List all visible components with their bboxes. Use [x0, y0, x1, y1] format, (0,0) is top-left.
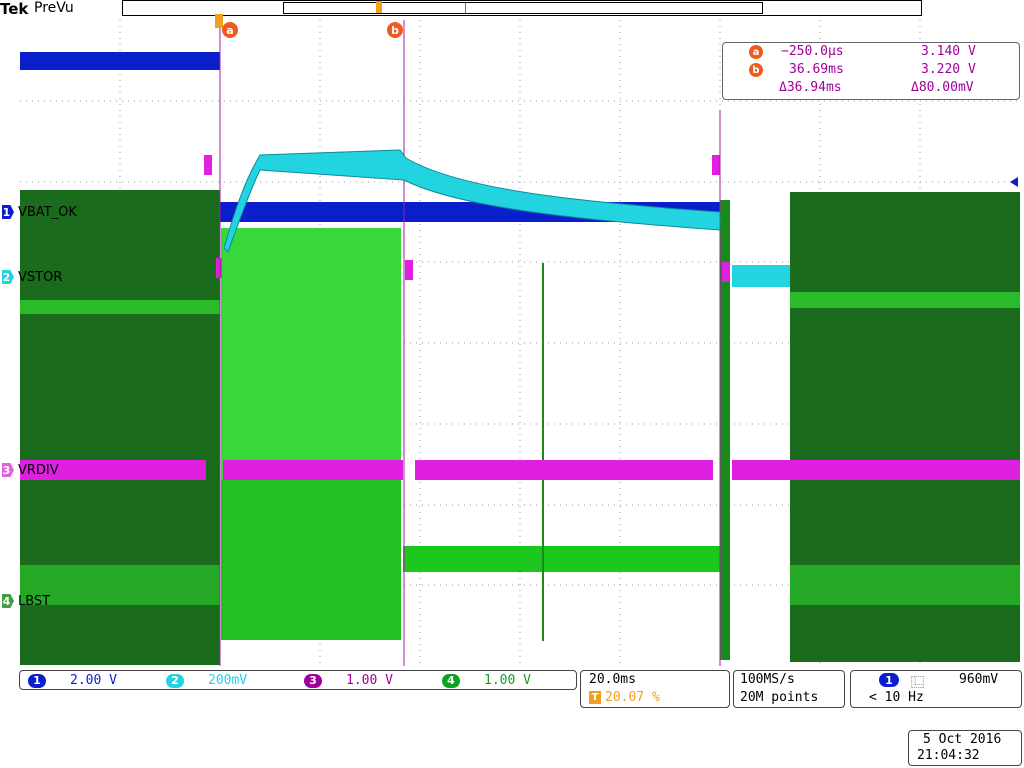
ch3-label[interactable]: 3 VRDIV	[2, 462, 59, 478]
ch3-scale[interactable]: 3 1.00 V	[304, 673, 393, 688]
brand-logo: Tek	[0, 0, 29, 18]
record-length: 20M points	[740, 690, 819, 705]
cursor-b-voltage: 3.220 V	[921, 62, 976, 77]
vertical-scale-bar: 1 2.00 V 2 200mV 3 1.00 V 4 1.00 V	[19, 670, 577, 690]
cursor-a-marker[interactable]: a	[222, 22, 238, 38]
acquisition-panel[interactable]: 100MS/s 20M points	[733, 670, 845, 708]
sample-rate: 100MS/s	[740, 672, 795, 687]
cursor-b-time: 36.69ms	[789, 62, 844, 77]
cursor-delta-time: Δ36.94ms	[779, 80, 842, 95]
cursor-b-marker[interactable]: b	[387, 22, 403, 38]
cursor-a-time: −250.0µs	[781, 44, 844, 59]
ch1-scale[interactable]: 1 2.00 V	[28, 673, 117, 688]
cursor-b-badge: b	[749, 63, 763, 77]
trigger-position: T 20.07 %	[589, 690, 660, 705]
trigger-position-marker	[376, 1, 382, 13]
datetime-panel: 5 Oct 2016 21:04:32	[908, 730, 1022, 766]
cursor-readout-panel: a −250.0µs 3.140 V b 36.69ms 3.220 V Δ36…	[722, 42, 1020, 100]
trigger-time-marker	[215, 14, 223, 28]
trigger-slope-icon: ⿺	[911, 676, 925, 691]
date: 5 Oct 2016	[923, 732, 1002, 747]
record-cursor-line	[465, 3, 466, 13]
cursor-a-row: a −250.0µs 3.140 V	[723, 44, 1019, 62]
ch1-label[interactable]: 1 VBAT_OK	[2, 204, 77, 220]
trigger-t-icon: T	[589, 691, 601, 704]
time: 21:04:32	[917, 748, 980, 763]
cursor-delta-row: Δ36.94ms Δ80.00mV	[723, 80, 1019, 98]
waveform-display[interactable]	[20, 20, 1020, 666]
cursor-a-badge: a	[749, 45, 763, 59]
time-per-division: 20.0ms	[589, 672, 636, 687]
top-status-bar: Tek PreVu	[0, 0, 1024, 18]
ch2-scale[interactable]: 2 200mV	[166, 673, 247, 688]
timebase-panel[interactable]: 20.0ms T 20.07 %	[580, 670, 730, 708]
ch2-label[interactable]: 2 VSTOR	[2, 269, 62, 285]
trigger-frequency: < 10 Hz	[869, 690, 924, 705]
cursor-delta-voltage: Δ80.00mV	[911, 80, 974, 95]
trigger-panel[interactable]: 1 ⿺ 960mV < 10 Hz	[850, 670, 1022, 708]
bottom-status-area: 1 2.00 V 2 200mV 3 1.00 V 4 1.00 V 20.0ms T …	[0, 668, 1024, 768]
record-view-bar[interactable]	[122, 0, 922, 16]
ch4-scale[interactable]: 4 1.00 V	[442, 673, 531, 688]
acquisition-mode: PreVu	[34, 0, 74, 16]
record-view-window[interactable]	[283, 1, 763, 14]
cursor-b-row: b 36.69ms 3.220 V	[723, 62, 1019, 80]
ch4-label[interactable]: 4 LBST	[2, 593, 50, 609]
trigger-source-badge: 1	[879, 673, 899, 687]
cursor-a-voltage: 3.140 V	[921, 44, 976, 59]
trigger-level: 960mV	[959, 672, 999, 687]
